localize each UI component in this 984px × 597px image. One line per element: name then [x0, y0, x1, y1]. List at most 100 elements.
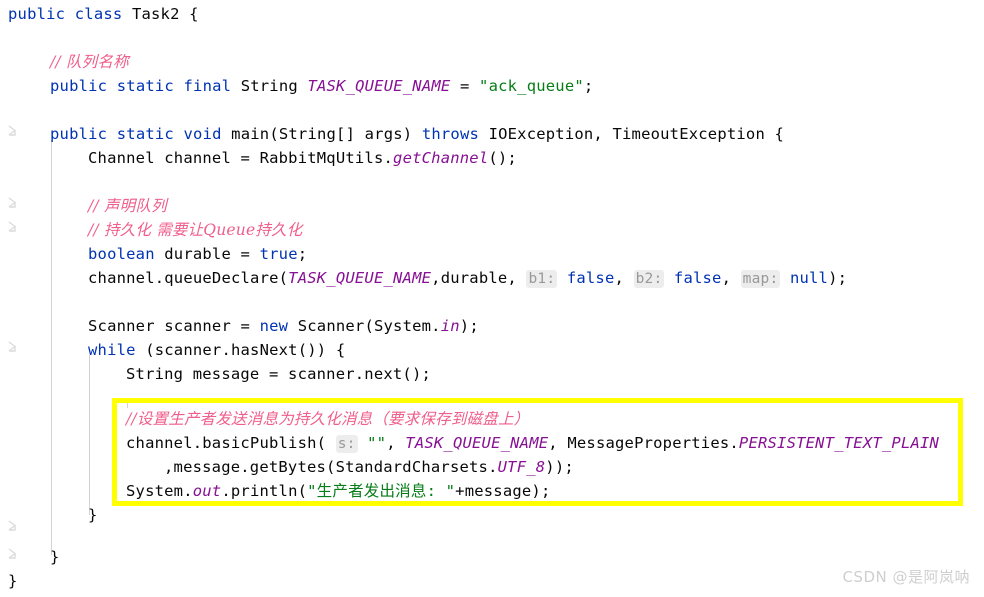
code-token-kw: throws — [421, 125, 480, 143]
code-token-kw: static — [116, 125, 174, 143]
code-token-fld: getChannel — [393, 149, 489, 167]
code-token-kw: boolean — [88, 245, 155, 263]
code-token-kw: public — [8, 5, 66, 23]
code-token-sfld: TASK_QUEUE_NAME — [288, 269, 432, 287]
code-token-plain: , — [614, 269, 634, 287]
code-line[interactable]: Scanner scanner = new Scanner(System.in)… — [0, 314, 479, 338]
code-token-plain: Scanner(System. — [288, 317, 441, 335]
code-token-plain: , — [386, 434, 406, 452]
code-token-plain: , MessageProperties. — [548, 434, 739, 452]
code-token-str: "" — [367, 434, 387, 452]
code-editor[interactable]: public class Task2 { // 队列名称 public stati… — [0, 0, 984, 597]
code-line[interactable]: while (scanner.hasNext()) { — [0, 338, 345, 362]
code-token-plain: } — [88, 506, 98, 524]
code-token-kw: static — [116, 77, 174, 95]
code-token-plain: = — [450, 77, 480, 95]
code-line[interactable]: } — [0, 569, 18, 593]
code-token-sfld: TASK_QUEUE_NAME — [405, 434, 549, 452]
code-token-kw: new — [259, 317, 289, 335]
code-token-plain: +message); — [455, 482, 551, 500]
code-token-plain: Channel channel = RabbitMqUtils. — [88, 149, 394, 167]
code-token-plain: durable = — [154, 245, 260, 263]
code-line[interactable]: public static void main(String[] args) t… — [0, 122, 784, 146]
code-line[interactable]: System.out.println("生产者发出消息: "+message); — [0, 479, 551, 503]
code-token-kw: false — [566, 269, 615, 287]
watermark: CSDN @是阿岚呐 — [842, 568, 970, 586]
code-token-plain: (scanner.hasNext()) { — [135, 341, 346, 359]
code-line[interactable] — [0, 26, 18, 50]
code-token-plain: } — [50, 548, 60, 566]
code-token-plain: main — [221, 125, 270, 143]
code-line[interactable]: channel.queueDeclare(TASK_QUEUE_NAME,dur… — [0, 266, 847, 290]
code-token-hintbg: s: — [335, 435, 358, 453]
code-token-plain: ); — [459, 317, 479, 335]
code-token-fld: out — [192, 482, 222, 500]
code-token-hintbg: b2: — [633, 270, 665, 288]
code-token-kw: final — [183, 77, 232, 95]
code-token-kw: class — [74, 5, 123, 23]
code-token-plain: , — [721, 269, 741, 287]
code-token-plain: String message = scanner.next(); — [126, 365, 432, 383]
code-line[interactable]: String message = scanner.next(); — [0, 362, 431, 386]
code-token-plain: ,message.getBytes(StandardCharsets. — [164, 458, 498, 476]
code-token-sfld: PERSISTENT_TEXT_PLAIN — [738, 434, 940, 452]
code-token-hintbg: b1: — [526, 270, 558, 288]
code-token-cmt: // 声明队列 — [88, 197, 167, 215]
code-line[interactable]: boolean durable = true; — [0, 242, 307, 266]
code-token-plain: ; — [297, 245, 308, 263]
code-token-sfld: UTF_8 — [497, 458, 546, 476]
code-token-fld: in — [440, 317, 460, 335]
code-token-kw: public — [50, 125, 108, 143]
code-line[interactable]: // 队列名称 — [0, 50, 129, 74]
code-line[interactable]: } — [0, 503, 98, 527]
code-token-cmt: // 持久化 需要让Queue持久化 — [88, 221, 303, 239]
code-token-cmt: // 队列名称 — [50, 53, 129, 71]
code-token-plain: IOException, TimeoutException { — [479, 125, 785, 143]
code-token-plain: ); — [828, 269, 848, 287]
code-line[interactable]: Channel channel = RabbitMqUtils.getChann… — [0, 146, 517, 170]
code-token-hintbg: map: — [740, 270, 781, 288]
code-token-plain: System. — [126, 482, 193, 500]
code-token-kw: void — [183, 125, 222, 143]
code-line[interactable]: // 持久化 需要让Queue持久化 — [0, 218, 302, 242]
code-line[interactable]: } — [0, 545, 60, 569]
code-line[interactable]: channel.basicPublish( s: "", TASK_QUEUE_… — [0, 431, 939, 455]
code-token-plain: channel.queueDeclare( — [88, 269, 289, 287]
code-token-str: "生产者发出消息: " — [307, 482, 456, 500]
code-line[interactable]: // 声明队列 — [0, 194, 167, 218]
code-token-plain: )); — [545, 458, 574, 476]
code-token-sfld: TASK_QUEUE_NAME — [307, 77, 451, 95]
code-token-kw: true — [259, 245, 298, 263]
code-line[interactable] — [0, 170, 98, 194]
code-line[interactable] — [0, 98, 60, 122]
code-line[interactable]: public static final String TASK_QUEUE_NA… — [0, 74, 593, 98]
code-token-plain: Scanner scanner = — [88, 317, 260, 335]
code-line[interactable]: public class Task2 { — [0, 2, 199, 26]
code-token-kw: false — [673, 269, 722, 287]
code-line[interactable]: //设置生产者发送消息为持久化消息（要求保存到磁盘上） — [0, 407, 529, 431]
code-token-plain: channel.basicPublish( — [126, 434, 327, 452]
code-line[interactable] — [0, 290, 98, 314]
code-token-kw: while — [88, 341, 136, 359]
code-token-plain: ; — [583, 77, 594, 95]
code-token-plain: } — [8, 572, 18, 590]
code-line[interactable]: ,message.getBytes(StandardCharsets.UTF_8… — [0, 455, 574, 479]
code-token-plain: Task2 { — [122, 5, 199, 23]
code-token-cmt: //设置生产者发送消息为持久化消息（要求保存到磁盘上） — [126, 410, 530, 428]
code-token-plain: String — [231, 77, 308, 95]
code-token-kw: public — [50, 77, 108, 95]
code-token-kw: null — [789, 269, 829, 287]
code-token-plain: .println( — [221, 482, 308, 500]
code-token-plain: ,durable, — [431, 269, 527, 287]
code-token-plain: (String[] args) — [269, 125, 422, 143]
